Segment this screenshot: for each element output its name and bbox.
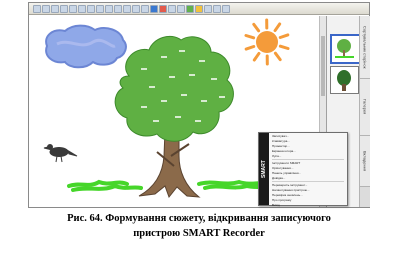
sun-ray xyxy=(252,22,261,33)
caption-line-2: пристрою SMART Recorder xyxy=(133,228,265,239)
leaf-mark xyxy=(199,60,205,62)
shape-icon[interactable] xyxy=(186,4,194,13)
leaf-mark xyxy=(161,56,167,58)
toolbar xyxy=(29,3,369,15)
text-icon[interactable] xyxy=(204,4,212,13)
table-icon[interactable] xyxy=(132,4,140,13)
sun[interactable] xyxy=(244,18,290,66)
full-screen-icon[interactable] xyxy=(123,4,131,13)
sun-ray xyxy=(273,22,282,33)
sun-ray xyxy=(278,33,290,39)
smart-tools-context-menu: SMART Записувач... Клавіатура... Прожект… xyxy=(258,132,348,208)
bird[interactable] xyxy=(43,144,78,163)
leaf-mark xyxy=(149,86,155,88)
delete-icon[interactable] xyxy=(105,4,113,13)
cloud[interactable] xyxy=(45,24,127,69)
leaf-mark xyxy=(219,96,225,98)
leaf-mark xyxy=(161,100,167,102)
tab-attachments[interactable]: Вкладення xyxy=(360,136,370,187)
sun-ray xyxy=(244,45,256,51)
leaf-mark xyxy=(195,120,201,122)
scrollbar-thumb[interactable] xyxy=(321,36,325,96)
smart-brand-strip: SMART xyxy=(259,133,269,205)
menu-item-exit[interactable]: Вихід xyxy=(270,203,346,208)
properties-icon[interactable] xyxy=(213,4,221,13)
move-toolbar-icon[interactable] xyxy=(222,4,230,13)
leaf-mark xyxy=(189,74,195,76)
leaf-mark xyxy=(141,106,147,108)
back-icon[interactable] xyxy=(33,4,41,13)
leaf-mark xyxy=(181,94,187,96)
figure-caption: Рис. 64. Формування сюжету, відкривання … xyxy=(0,211,398,241)
screen-shade-icon[interactable] xyxy=(114,4,122,13)
leaf-mark xyxy=(169,76,175,78)
tab-page-sorter[interactable]: Сортувальник сторінок xyxy=(360,16,370,79)
sun-ray xyxy=(244,33,256,40)
page-thumbnail-image xyxy=(332,36,357,60)
line-icon[interactable] xyxy=(177,4,185,13)
forward-icon[interactable] xyxy=(42,4,50,13)
page-thumbnail-image xyxy=(331,67,358,93)
leaf-mark xyxy=(175,116,181,118)
undo-icon[interactable] xyxy=(87,4,95,13)
tab-gallery[interactable]: Галерея xyxy=(360,79,370,136)
open-icon[interactable] xyxy=(60,4,68,13)
leaf-mark xyxy=(201,100,207,102)
caption-line-1: Рис. 64. Формування сюжету, відкривання … xyxy=(67,213,331,224)
save-icon[interactable] xyxy=(69,4,77,13)
sun-ray xyxy=(252,51,261,62)
sun-ray xyxy=(278,44,290,51)
creative-pen-icon[interactable] xyxy=(159,4,167,13)
tree[interactable] xyxy=(114,35,234,199)
eraser-icon[interactable] xyxy=(168,4,176,13)
leaf-mark xyxy=(141,68,147,70)
sun-ray xyxy=(273,51,282,62)
select-icon[interactable] xyxy=(141,4,149,13)
redo-icon[interactable] xyxy=(96,4,104,13)
page-thumbnail[interactable] xyxy=(330,34,361,64)
pen-icon[interactable] xyxy=(150,4,158,13)
new-page-icon[interactable] xyxy=(51,4,59,13)
sidebar-tabs: Сортувальник сторінок Галерея Вкладення xyxy=(359,16,370,207)
fill-icon[interactable] xyxy=(195,4,203,13)
leaf-mark xyxy=(211,78,217,80)
leaf-mark xyxy=(179,50,185,52)
paste-icon[interactable] xyxy=(78,4,86,13)
leaf-mark xyxy=(153,120,159,122)
page-thumbnail[interactable] xyxy=(330,66,359,94)
